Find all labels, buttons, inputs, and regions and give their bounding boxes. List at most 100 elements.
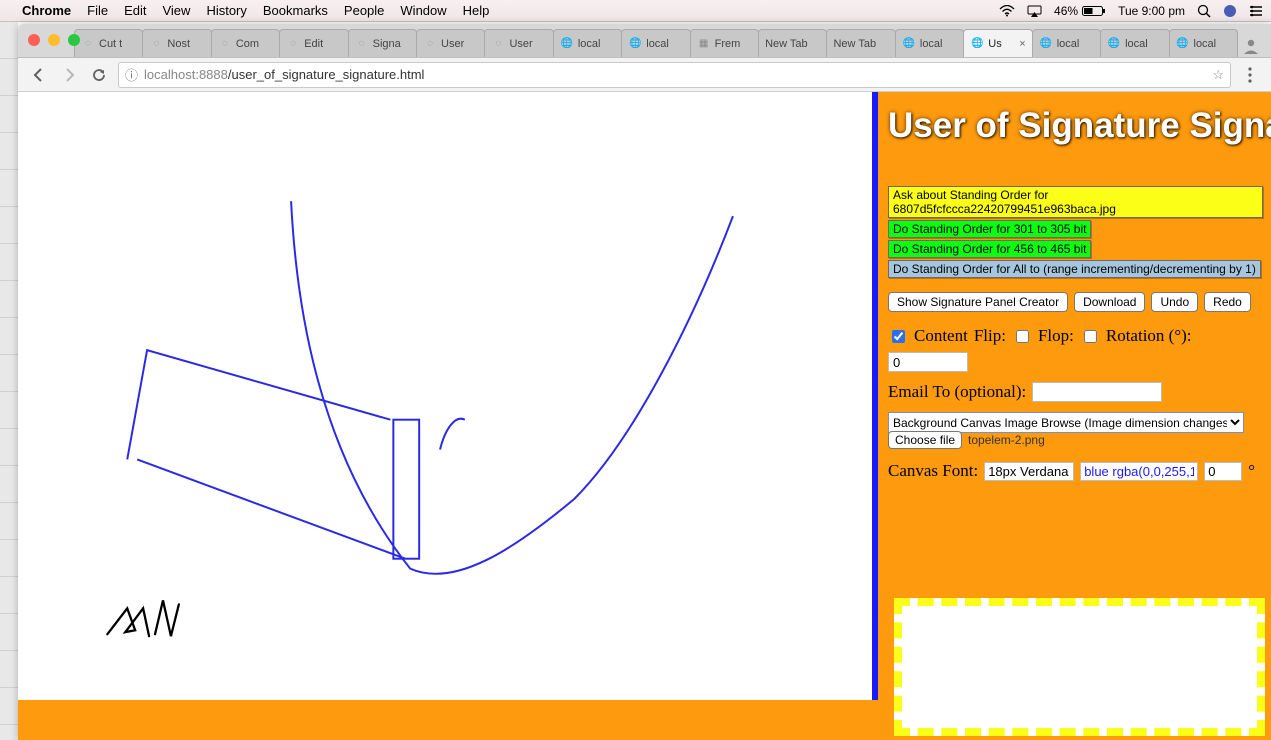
browser-toolbar: ⓘ localhost:8888/user_of_signature_signa… [18, 58, 1271, 92]
standing-order-actions: Ask about Standing Order for 6807d5fcfcc… [888, 186, 1263, 278]
email-label: Email To (optional): [888, 382, 1026, 402]
content-checkbox[interactable] [892, 330, 905, 343]
do-standing-order-301-button[interactable]: Do Standing Order for 301 to 305 bit [888, 220, 1091, 238]
flip-checkbox[interactable] [1016, 330, 1029, 343]
tab-5[interactable]: ◌User [416, 29, 485, 57]
content-label: Content [914, 326, 968, 346]
menu-window[interactable]: Window [400, 3, 446, 18]
canvas-rotation-input[interactable] [1204, 462, 1242, 481]
tab-0[interactable]: ◌ Cut t [74, 29, 143, 57]
tab-15[interactable]: 🌐local [1100, 29, 1169, 57]
wifi-icon[interactable] [999, 5, 1015, 17]
bookmark-star-icon[interactable]: ☆ [1212, 67, 1224, 83]
spotlight-icon[interactable] [1197, 4, 1211, 18]
url-text: localhost:8888/user_of_signature_signatu… [144, 67, 424, 82]
tab-label: Cut t [99, 38, 122, 50]
tab-12[interactable]: 🌐local [895, 29, 964, 57]
tab-16[interactable]: 🌐local [1169, 29, 1238, 57]
forward-button[interactable] [58, 64, 80, 86]
undo-button[interactable]: Undo [1151, 292, 1198, 312]
background-image-select[interactable]: Background Canvas Image Browse (Image di… [888, 412, 1244, 433]
globe-icon: ◌ [491, 37, 505, 51]
canvas-color-input[interactable] [1080, 462, 1198, 481]
globe-icon: 🌐 [1039, 37, 1053, 51]
airplay-icon[interactable] [1027, 5, 1042, 17]
tab-label: local [646, 38, 669, 50]
tab-13[interactable]: 🌐 Us × [963, 29, 1032, 57]
tab-1[interactable]: ◌Nost [142, 29, 211, 57]
choose-file-button[interactable]: Choose file [888, 431, 962, 449]
menu-edit[interactable]: Edit [124, 3, 146, 18]
rotation-input[interactable] [888, 352, 968, 372]
window-zoom-button[interactable] [68, 34, 80, 46]
redo-button[interactable]: Redo [1204, 292, 1251, 312]
siri-icon[interactable] [1223, 4, 1237, 18]
tab-label: Us [988, 38, 1001, 50]
canvas-font-input[interactable] [984, 462, 1074, 481]
url-host: localhost [144, 67, 195, 82]
download-button[interactable]: Download [1074, 292, 1145, 312]
menu-app[interactable]: Chrome [22, 3, 71, 18]
tab-14[interactable]: 🌐 local [1032, 29, 1101, 57]
tab-10[interactable]: New Tab [758, 29, 827, 57]
menu-file[interactable]: File [87, 3, 108, 18]
signature-drawing [18, 92, 872, 718]
close-icon[interactable]: × [1019, 38, 1025, 50]
window-close-button[interactable] [28, 34, 40, 46]
globe-icon: 🌐 [1176, 37, 1190, 51]
tab-11[interactable]: New Tab [826, 29, 895, 57]
tab-label: Frem [715, 38, 741, 50]
menu-view[interactable]: View [162, 3, 190, 18]
file-chooser-row: Choose file topelem-2.png [888, 431, 1263, 449]
menu-history[interactable]: History [206, 3, 246, 18]
canvas-font-label: Canvas Font: [888, 461, 978, 481]
menu-bookmarks[interactable]: Bookmarks [263, 3, 328, 18]
tab-6[interactable]: ◌User [484, 29, 553, 57]
show-signature-panel-creator-button[interactable]: Show Signature Panel Creator [888, 292, 1068, 312]
tab-3[interactable]: ◌Edit [279, 29, 348, 57]
flop-checkbox[interactable] [1084, 330, 1097, 343]
globe-icon: ◌ [81, 37, 95, 51]
window-controls [28, 34, 80, 46]
back-button[interactable] [28, 64, 50, 86]
flip-label: Flip: [974, 326, 1006, 346]
tab-2[interactable]: ◌ Com [211, 29, 280, 57]
tab-7[interactable]: 🌐local [553, 29, 622, 57]
toolbar-buttons: Show Signature Panel Creator Download Un… [888, 292, 1263, 312]
bg-image-row: Background Canvas Image Browse (Image di… [888, 412, 1263, 433]
globe-icon: ▦ [697, 37, 711, 51]
do-standing-order-all-button[interactable]: Do Standing Order for All to (range incr… [888, 260, 1261, 278]
macos-menubar: Chrome File Edit View History Bookmarks … [0, 0, 1271, 22]
window-minimize-button[interactable] [48, 34, 60, 46]
tab-label: Com [236, 38, 259, 50]
signature-canvas[interactable] [18, 92, 878, 700]
globe-icon: 🌐 [970, 37, 984, 51]
tab-9[interactable]: ▦ Frem [690, 29, 759, 57]
chrome-menu-button[interactable] [1239, 64, 1261, 86]
battery-status[interactable]: 46% [1054, 4, 1106, 18]
reload-button[interactable] [88, 64, 110, 86]
chrome-window: ◌Cut t ◌Nost ◌Com ◌Edit ◌Signa ◌User ◌Us… [18, 24, 1271, 740]
globe-icon: ◌ [218, 37, 232, 51]
tab-8[interactable]: 🌐local [621, 29, 690, 57]
tab-4[interactable]: ◌Signa [348, 29, 417, 57]
tab-label: local [1057, 38, 1080, 50]
menu-help[interactable]: Help [463, 3, 490, 18]
notification-center-icon[interactable] [1249, 5, 1263, 17]
degree-symbol: ° [1248, 461, 1255, 481]
tab-label: Edit [304, 38, 323, 50]
preview-dropzone[interactable] [894, 598, 1265, 736]
globe-icon: 🌐 [902, 37, 916, 51]
site-info-icon[interactable]: ⓘ [125, 65, 138, 84]
canvas-footer-strip [18, 700, 878, 740]
menubar-clock[interactable]: Tue 9:00 pm [1118, 4, 1185, 18]
profile-avatar-button[interactable] [1237, 37, 1265, 57]
email-input[interactable] [1032, 382, 1162, 402]
menu-people[interactable]: People [344, 3, 384, 18]
ask-standing-order-button[interactable]: Ask about Standing Order for 6807d5fcfcc… [888, 186, 1263, 218]
globe-icon: ◌ [149, 37, 163, 51]
address-bar[interactable]: ⓘ localhost:8888/user_of_signature_signa… [118, 62, 1231, 88]
tab-label: Signa [373, 38, 401, 50]
tab-label: User [441, 38, 464, 50]
do-standing-order-456-button[interactable]: Do Standing Order for 456 to 465 bit [888, 240, 1091, 258]
